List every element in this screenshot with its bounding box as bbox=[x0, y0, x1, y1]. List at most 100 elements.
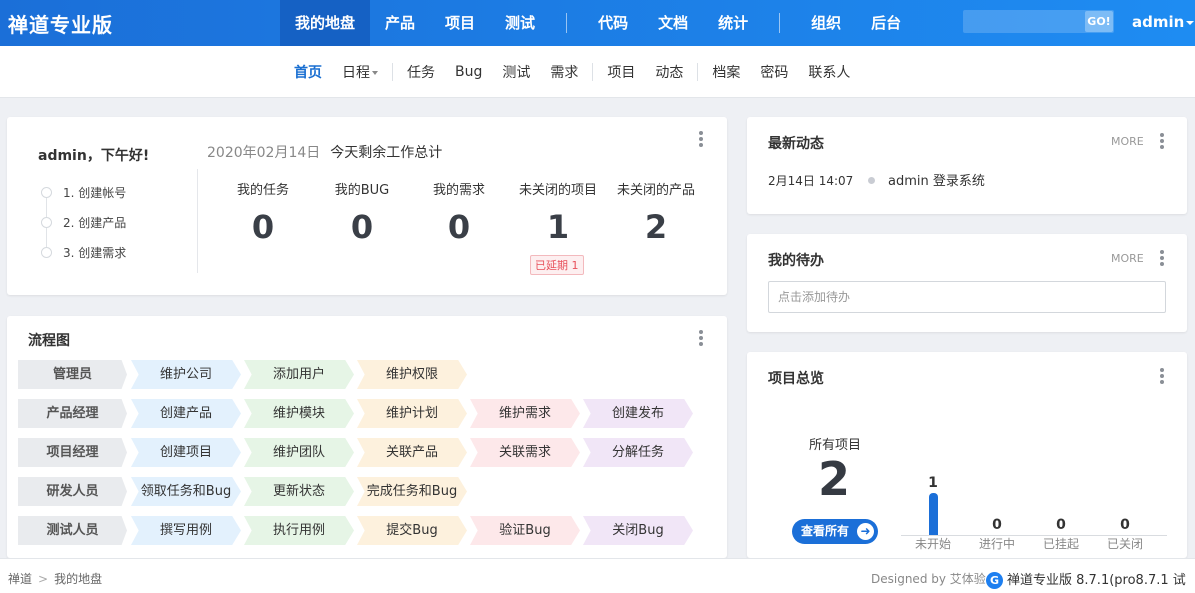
arrow-right-icon: ➜ bbox=[857, 523, 874, 540]
nav-test[interactable]: 测试 bbox=[490, 0, 550, 46]
panel-menu-icon[interactable] bbox=[1160, 133, 1164, 149]
panel-menu-icon[interactable] bbox=[1160, 250, 1164, 266]
subnav-task[interactable]: 任务 bbox=[397, 62, 445, 82]
user-menu[interactable]: admin bbox=[1132, 13, 1195, 31]
stat-my-bugs[interactable]: 我的BUG 0 bbox=[317, 179, 407, 246]
panel-menu-icon[interactable] bbox=[699, 131, 703, 147]
all-projects-count: 2 bbox=[818, 452, 851, 506]
today-date: 2020年02月14日 bbox=[207, 145, 321, 161]
todo-more-link[interactable]: MORE bbox=[1111, 252, 1144, 265]
flow-step[interactable]: 维护模块 bbox=[244, 399, 354, 428]
dynamics-title: 最新动态 bbox=[768, 136, 824, 152]
nav-divider bbox=[566, 13, 568, 33]
dynamic-time: 2月14日 14:07 bbox=[768, 174, 854, 188]
nav-report[interactable]: 统计 bbox=[703, 0, 763, 46]
flow-role-label: 管理员 bbox=[18, 360, 127, 389]
subnav-test[interactable]: 测试 bbox=[492, 62, 540, 82]
project-overview-title: 项目总览 bbox=[768, 371, 824, 387]
flow-step[interactable]: 撰写用例 bbox=[131, 516, 241, 545]
flow-step[interactable]: 更新状态 bbox=[244, 477, 354, 506]
subnav-home[interactable]: 首页 bbox=[284, 62, 332, 82]
flow-step[interactable]: 维护需求 bbox=[470, 399, 580, 428]
chart-category-label: 未开始 bbox=[914, 537, 951, 551]
flow-step[interactable]: 维护权限 bbox=[357, 360, 467, 389]
flow-step[interactable]: 完成任务和Bug bbox=[357, 477, 467, 506]
breadcrumb-current[interactable]: 我的地盘 bbox=[54, 572, 102, 586]
flow-step[interactable]: 添加用户 bbox=[244, 360, 354, 389]
subnav-dynamic[interactable]: 动态 bbox=[645, 62, 693, 82]
stat-my-tasks[interactable]: 我的任务 0 bbox=[218, 179, 308, 246]
subnav-contacts[interactable]: 联系人 bbox=[798, 62, 860, 82]
stat-label: 未关闭的项目 bbox=[518, 183, 597, 198]
brand-logo[interactable]: 禅道专业版 bbox=[8, 9, 113, 38]
stat-open-projects[interactable]: 未关闭的项目 1 bbox=[513, 179, 603, 246]
flow-step[interactable]: 维护计划 bbox=[357, 399, 467, 428]
subnav-story[interactable]: 需求 bbox=[540, 62, 588, 82]
flow-step[interactable]: 关闭Bug bbox=[583, 516, 693, 545]
greeting: admin，下午好! bbox=[38, 148, 150, 164]
flowchart-panel: 流程图 管理员 维护公司 添加用户 维护权限 产品经理 创建产品 维护模块 维护计划 维护需求创… bbox=[7, 316, 727, 558]
breadcrumb-separator: > bbox=[38, 572, 49, 586]
subnav-profile[interactable]: 档案 bbox=[702, 62, 750, 82]
chart-bar[interactable] bbox=[928, 493, 938, 535]
step-dot-icon bbox=[41, 247, 52, 258]
dynamics-more-link[interactable]: MORE bbox=[1111, 135, 1144, 148]
chart-bar-group: 0 bbox=[1029, 517, 1093, 535]
chevron-down-icon bbox=[372, 71, 378, 75]
nav-product[interactable]: 产品 bbox=[370, 0, 430, 46]
flow-step[interactable]: 维护公司 bbox=[131, 360, 241, 389]
search-input[interactable]: GO! bbox=[963, 10, 1114, 33]
panel-menu-icon[interactable] bbox=[699, 330, 703, 346]
step-item[interactable]: 1. 创建帐号 bbox=[41, 184, 126, 217]
nav-code[interactable]: 代码 bbox=[583, 0, 643, 46]
subnav-project[interactable]: 项目 bbox=[597, 62, 645, 82]
flow-step[interactable]: 维护团队 bbox=[244, 438, 354, 467]
view-all-label: 查看所有 bbox=[801, 524, 850, 538]
subnav-password[interactable]: 密码 bbox=[750, 62, 798, 82]
stat-open-products[interactable]: 未关闭的产品 2 bbox=[611, 179, 701, 246]
user-name: admin bbox=[1132, 13, 1185, 31]
stat-value: 0 bbox=[251, 208, 275, 246]
timeline-dot-icon bbox=[868, 177, 875, 184]
chart-bar-group: 0 bbox=[965, 517, 1029, 535]
flow-step[interactable]: 创建项目 bbox=[131, 438, 241, 467]
dynamic-text[interactable]: admin 登录系统 bbox=[888, 170, 985, 189]
stat-value: 0 bbox=[350, 208, 374, 246]
latest-dynamics-panel: 最新动态 MORE 2月14日 14:07 admin 登录系统 bbox=[747, 117, 1187, 214]
panel-menu-icon[interactable] bbox=[1160, 368, 1164, 384]
subnav-bug[interactable]: Bug bbox=[445, 64, 492, 80]
subnav-calendar[interactable]: 日程 bbox=[332, 62, 388, 82]
nav-doc[interactable]: 文档 bbox=[643, 0, 703, 46]
designed-by[interactable]: Designed by 艾体验 bbox=[871, 570, 986, 587]
version-text: 禅道专业版 8.7.1(pro8.7.1 试用) bbox=[1007, 573, 1186, 588]
flow-step[interactable]: 执行用例 bbox=[244, 516, 354, 545]
breadcrumb-home[interactable]: 禅道 bbox=[8, 572, 32, 586]
flow-step[interactable]: 创建产品 bbox=[131, 399, 241, 428]
chart-bar-group: 0 bbox=[1093, 517, 1157, 535]
subnav-divider bbox=[697, 63, 699, 81]
flow-step[interactable]: 关联产品 bbox=[357, 438, 467, 467]
nav-admin[interactable]: 后台 bbox=[856, 0, 916, 46]
step-item[interactable]: 3. 创建需求 bbox=[41, 244, 126, 274]
flow-step[interactable]: 提交Bug bbox=[357, 516, 467, 545]
flow-step[interactable]: 分解任务 bbox=[583, 438, 693, 467]
todo-panel: 我的待办 MORE 点击添加待办 bbox=[747, 234, 1187, 332]
step-label: 2. 创建产品 bbox=[63, 216, 127, 230]
flow-step[interactable]: 关联需求 bbox=[470, 438, 580, 467]
stat-my-stories[interactable]: 我的需求 0 bbox=[414, 179, 504, 246]
chart-category-label: 已挂起 bbox=[1042, 537, 1079, 551]
search-go-button[interactable]: GO! bbox=[1085, 11, 1113, 32]
nav-company[interactable]: 组织 bbox=[796, 0, 856, 46]
nav-my[interactable]: 我的地盘 bbox=[280, 0, 371, 46]
nav-project[interactable]: 项目 bbox=[430, 0, 490, 46]
chart-data-label: 1 bbox=[928, 475, 938, 491]
flow-step[interactable]: 领取任务和Bug bbox=[131, 477, 241, 506]
version-info[interactable]: G 禅道专业版 8.7.1(pro8.7.1 试用) bbox=[986, 569, 1195, 593]
delayed-badge[interactable]: 已延期 1 bbox=[530, 255, 584, 275]
flow-step[interactable]: 验证Bug bbox=[470, 516, 580, 545]
add-todo-input[interactable]: 点击添加待办 bbox=[768, 281, 1166, 313]
flow-step[interactable]: 创建发布 bbox=[583, 399, 693, 428]
step-item[interactable]: 2. 创建产品 bbox=[41, 214, 127, 247]
view-all-button[interactable]: 查看所有 ➜ bbox=[792, 519, 878, 544]
date-summary: 2020年02月14日 今天剩余工作总计 bbox=[207, 142, 442, 162]
